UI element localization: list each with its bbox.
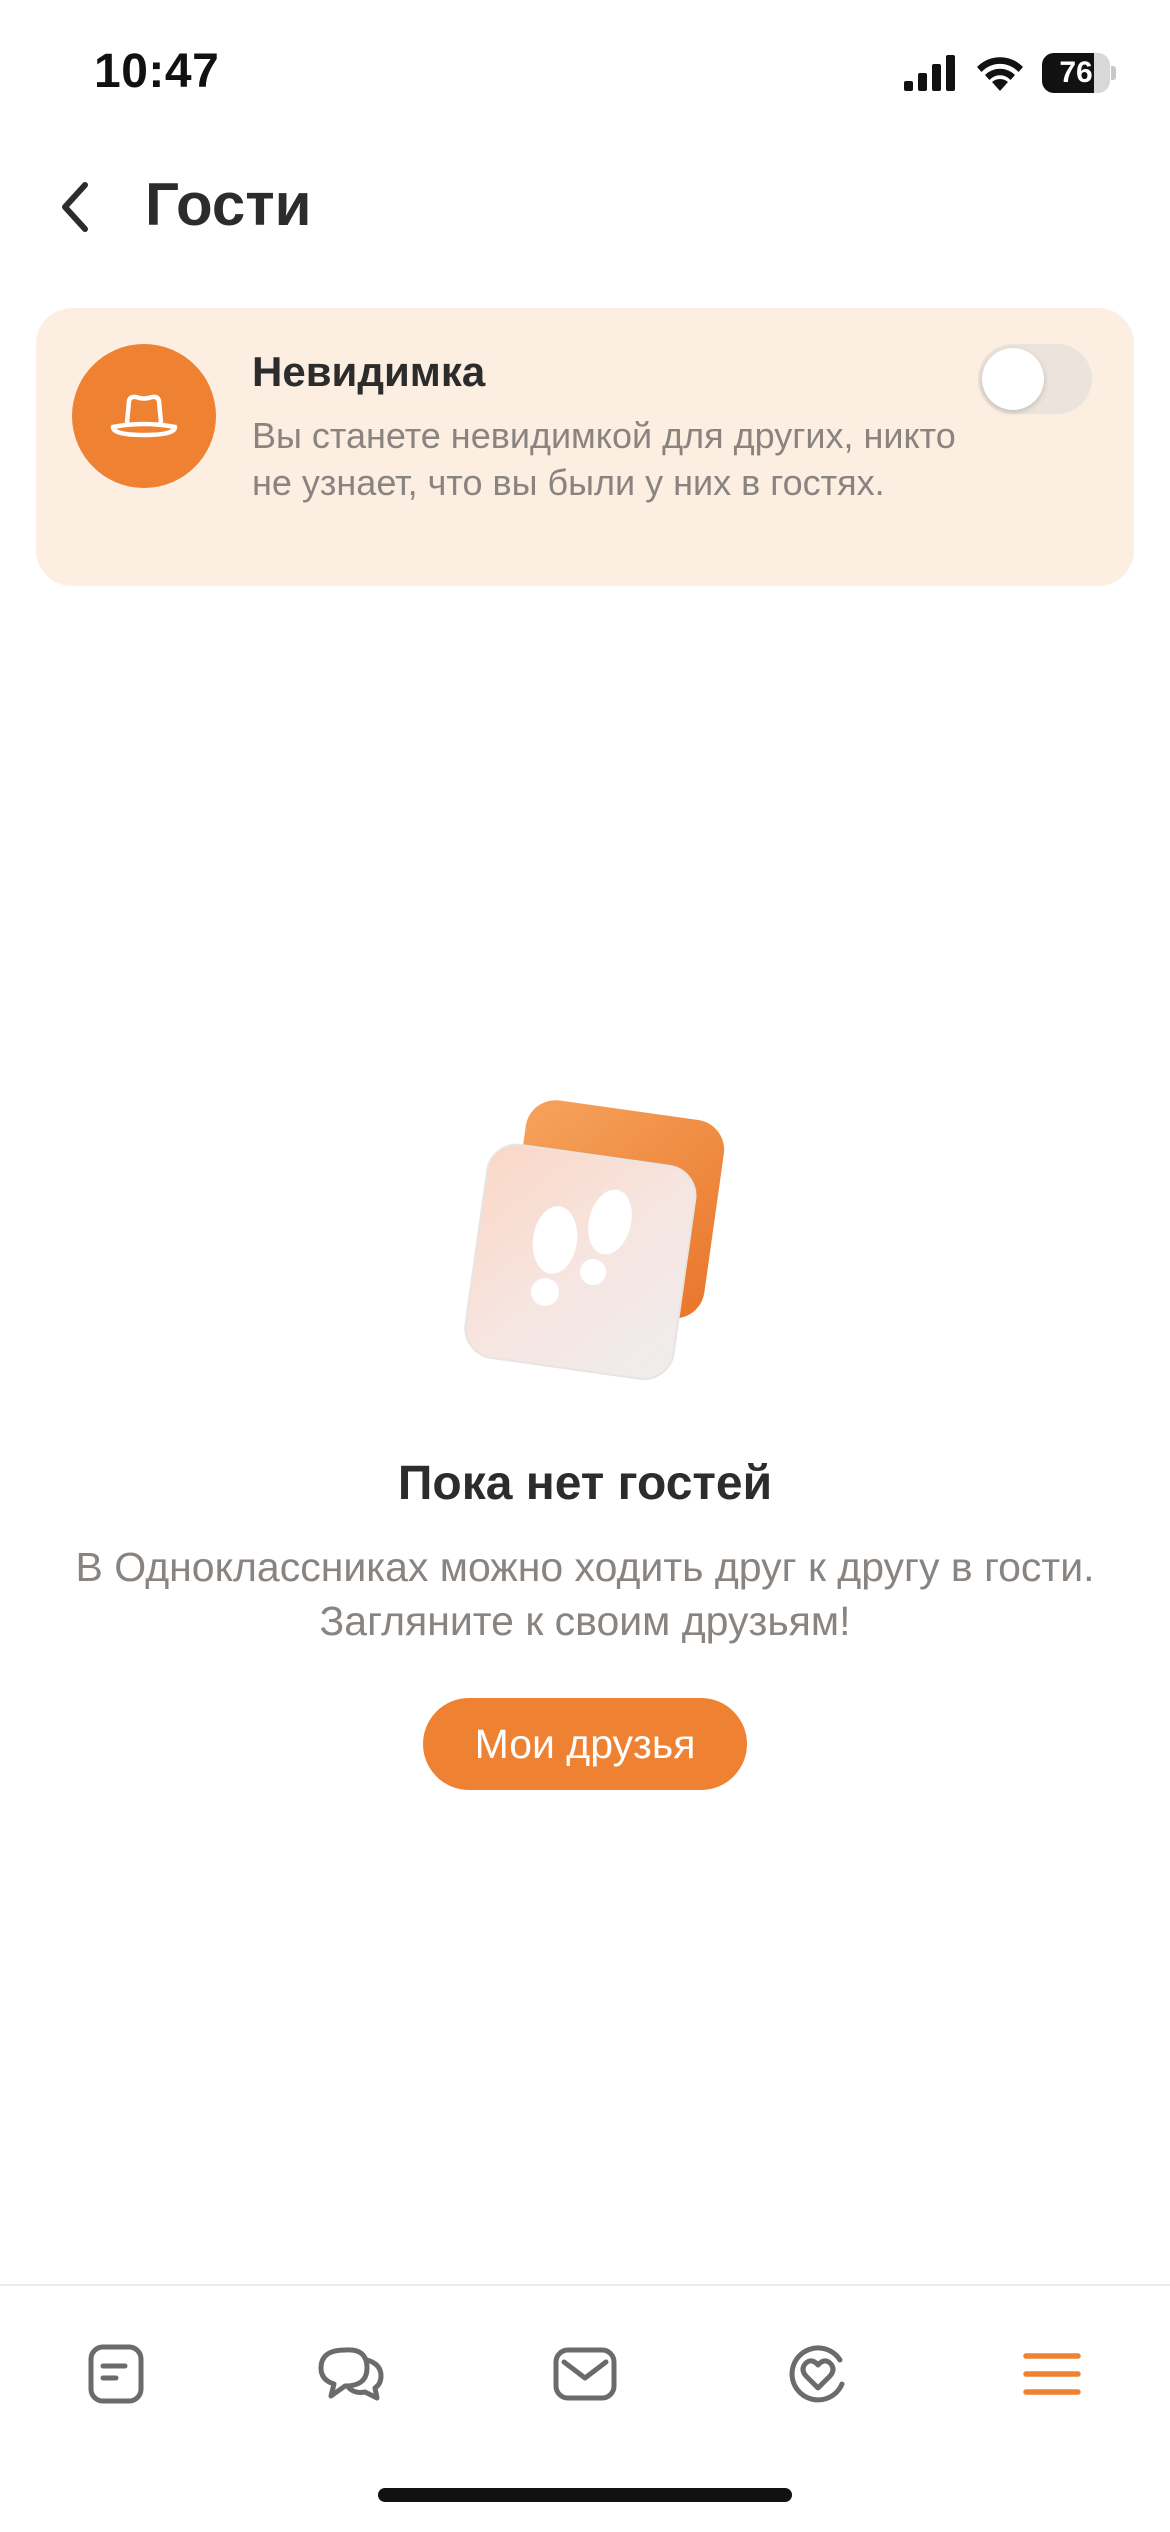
invisible-mode-card: Невидимка Вы станете невидимкой для друг…	[36, 308, 1134, 586]
invisible-mode-title: Невидимка	[252, 348, 486, 395]
header: Гости	[0, 150, 1170, 260]
signal-icon	[904, 55, 955, 91]
tab-messages[interactable]	[535, 2324, 635, 2424]
home-indicator	[378, 2488, 792, 2502]
guests-screen: 10:47 76 Гости Невидимка Вы станете неви…	[0, 0, 1170, 2532]
tab-discussions[interactable]	[301, 2324, 401, 2424]
page-title: Гости	[145, 171, 312, 238]
wifi-icon	[977, 57, 1023, 91]
feed-icon	[88, 2344, 144, 2404]
invisible-mode-description: Вы станете невидимкой для других, никто …	[252, 415, 956, 503]
empty-state-title: Пока нет гостей	[397, 1457, 773, 1510]
status-bar: 10:47 76	[0, 0, 1170, 150]
dating-icon	[789, 2345, 845, 2403]
tab-feed[interactable]	[66, 2324, 166, 2424]
footprints-icon	[464, 1100, 725, 1381]
status-icons: 76	[904, 50, 1116, 96]
tab-dating[interactable]	[768, 2324, 868, 2424]
hat-icon	[110, 394, 178, 438]
toggle-knob	[982, 348, 1044, 410]
my-friends-button[interactable]: Мои друзья	[423, 1698, 747, 1790]
back-button[interactable]	[40, 172, 110, 242]
messages-icon	[553, 2347, 617, 2401]
battery-icon: 76	[1042, 53, 1116, 93]
hat-icon-badge	[72, 344, 216, 488]
status-time: 10:47	[94, 45, 220, 98]
empty-state-description: В Одноклассниках можно ходить друг к дру…	[75, 1544, 1095, 1644]
tab-menu[interactable]	[1002, 2324, 1102, 2424]
invisible-mode-toggle[interactable]	[978, 344, 1092, 414]
battery-level: 76	[1059, 56, 1093, 89]
chevron-left-icon	[62, 182, 88, 232]
menu-icon	[1023, 2353, 1081, 2395]
discussions-icon	[318, 2347, 384, 2401]
